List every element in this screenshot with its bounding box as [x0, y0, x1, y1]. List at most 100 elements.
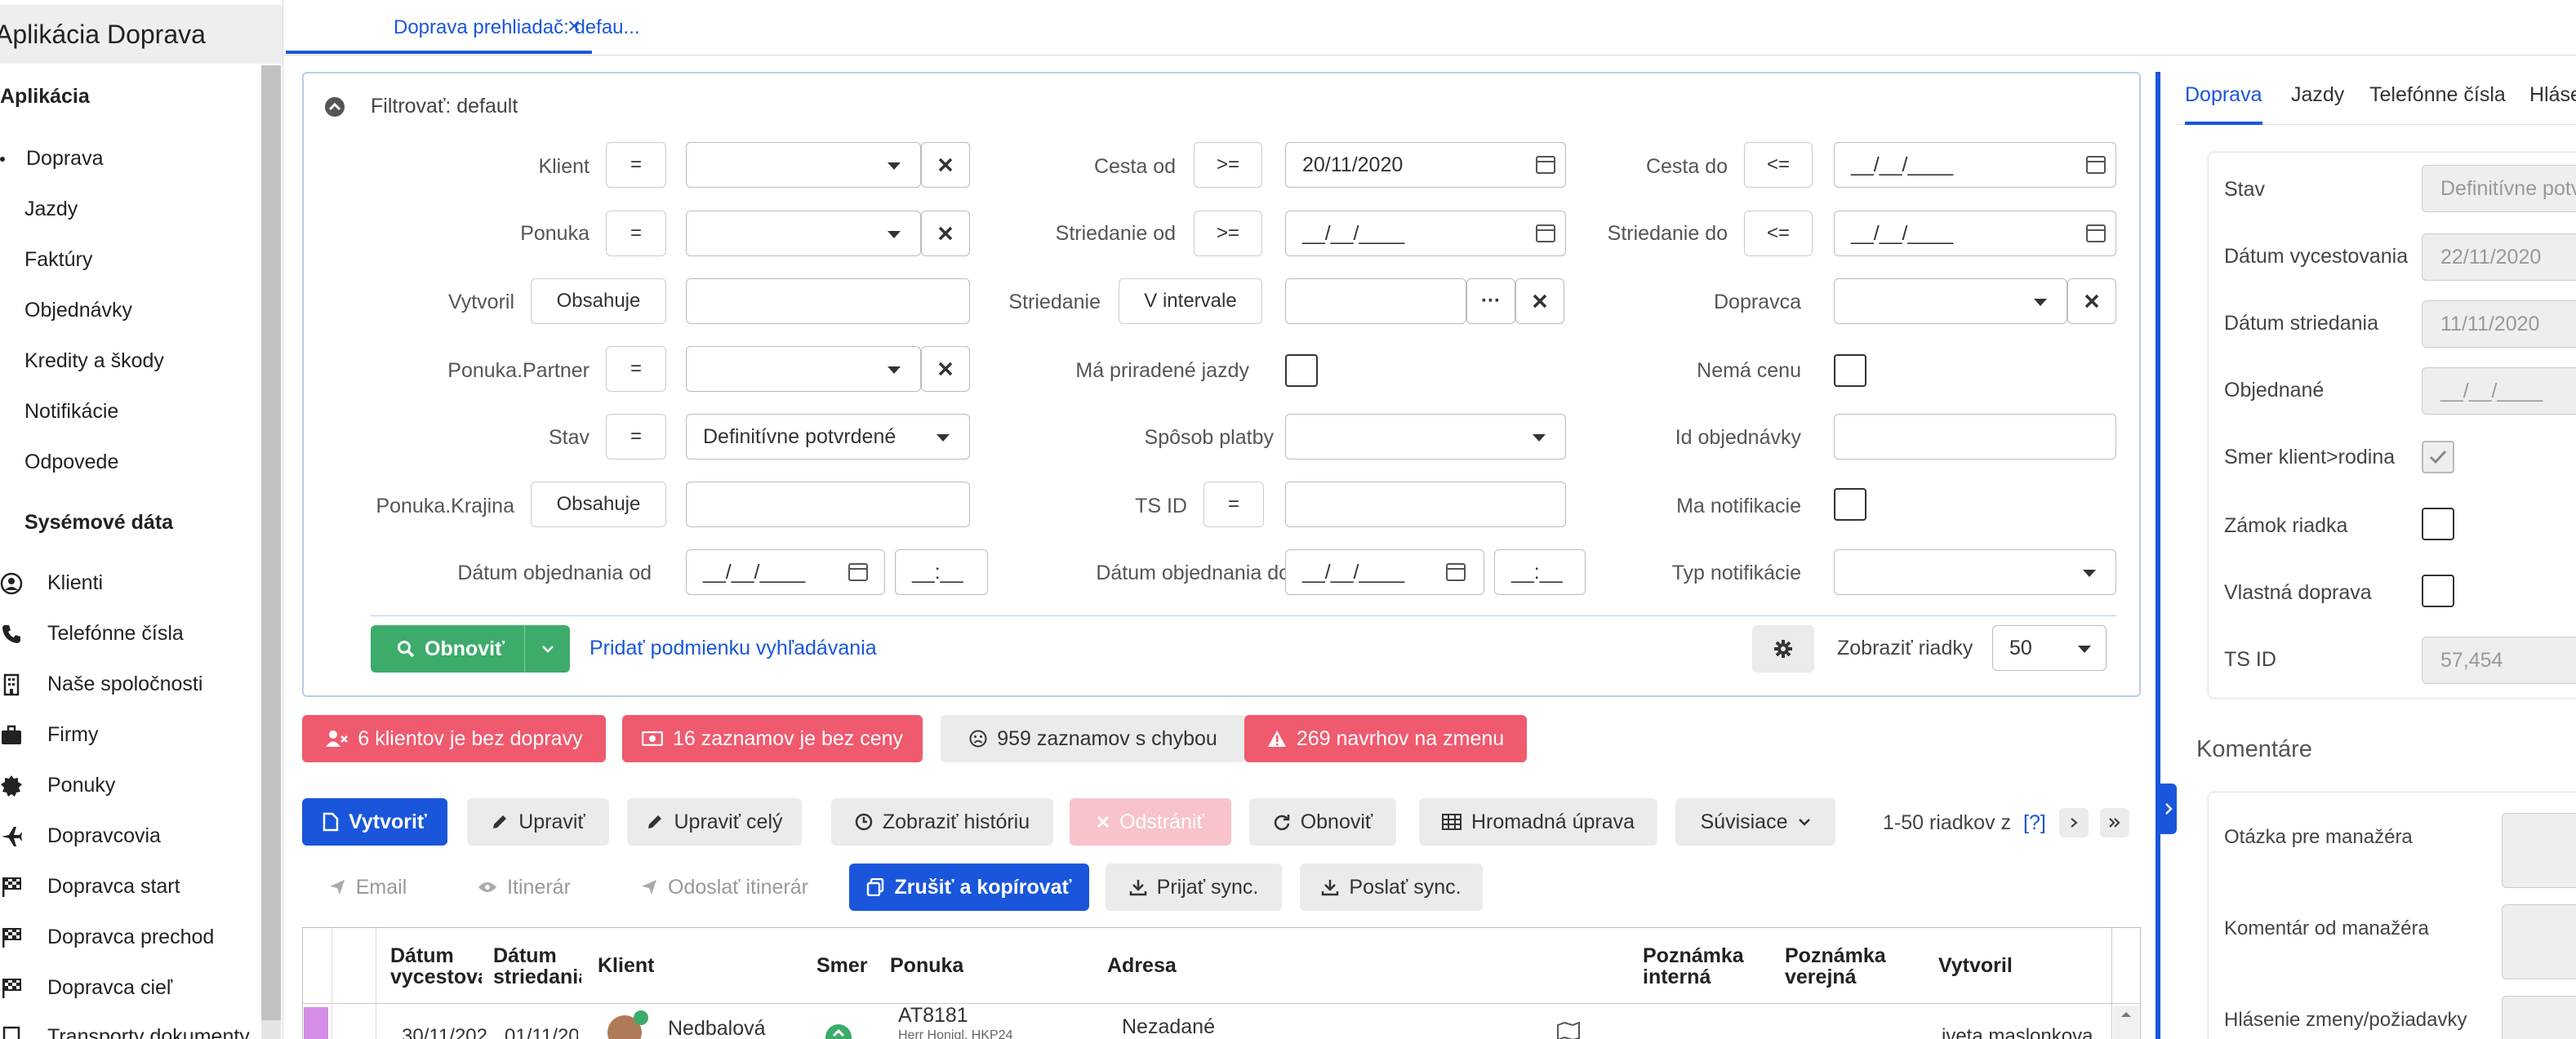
sidebar-item-objednavky[interactable]: Objednávky	[24, 299, 132, 322]
col-klient[interactable]: Klient	[598, 955, 654, 976]
close-icon[interactable]: ×	[567, 13, 581, 39]
stav-select[interactable]: Definitívne potvrdené	[686, 414, 970, 460]
sidebar-item-kredity[interactable]: Kredity a škody	[24, 349, 164, 373]
operator-klient[interactable]: =	[606, 142, 666, 188]
operator-striedanie-do[interactable]: <=	[1744, 211, 1813, 256]
operator-cesta-od[interactable]: >=	[1194, 142, 1262, 188]
operator-ponuka-krajina[interactable]: Obsahuje	[531, 482, 666, 527]
operator-vytvoril[interactable]: Obsahuje	[531, 278, 666, 324]
ponuka-select[interactable]	[686, 211, 921, 256]
sidebar-item-ponuky[interactable]: Ponuky	[0, 774, 115, 797]
alert-clients-without-transport[interactable]: 6 klientov je bez dopravy	[302, 715, 606, 762]
alert-change-proposals[interactable]: 269 navrhov na zmenu	[1244, 715, 1527, 762]
sidebar-item-nase-spolocnosti[interactable]: Naše spoločnosti	[0, 673, 202, 696]
col-datum-vycestovania[interactable]: Dátum vycestovania	[390, 945, 482, 988]
edit-all-button[interactable]: Upraviť celý	[627, 798, 802, 846]
sidebar-item-firmy[interactable]: Firmy	[0, 723, 98, 747]
ts-id-input[interactable]	[1285, 482, 1566, 527]
operator-striedanie[interactable]: V intervale	[1119, 278, 1262, 324]
last-page-button[interactable]	[2100, 808, 2129, 837]
calendar-icon[interactable]	[1536, 224, 1555, 242]
ellipsis-button[interactable]: ···	[1466, 278, 1515, 324]
bulk-edit-button[interactable]: Hromadná úprava	[1419, 798, 1657, 846]
calendar-icon[interactable]	[2086, 156, 2106, 174]
striedanie-input[interactable]	[1285, 278, 1466, 324]
grid-scrollbar[interactable]	[2113, 1006, 2139, 1039]
ponuka-krajina-input[interactable]	[686, 482, 970, 527]
operator-stav[interactable]: =	[606, 414, 666, 460]
tab-hlasenia[interactable]: Hlásenia	[2529, 83, 2576, 107]
clear-dopravca-button[interactable]	[2067, 278, 2116, 324]
cas-obj-od-input[interactable]: __:__	[895, 549, 988, 595]
cell-klient[interactable]: Nedbalová	[668, 1017, 766, 1039]
ma-priradene-checkbox[interactable]	[1285, 354, 1318, 387]
ma-notifikacie-checkbox[interactable]	[1834, 488, 1866, 521]
receive-sync-button[interactable]: Prijať sync.	[1106, 864, 1282, 911]
dopravca-select[interactable]	[1834, 278, 2067, 324]
sidebar-item-transporty[interactable]: Transporty dokumenty	[0, 1025, 250, 1039]
cas-obj-do-input[interactable]: __:__	[1494, 549, 1586, 595]
alert-records-without-price[interactable]: 16 zaznamov je bez ceny	[622, 715, 923, 762]
create-button[interactable]: Vytvoriť	[302, 798, 447, 846]
datum-obj-od-input[interactable]: __/__/____	[686, 549, 885, 595]
tab-telefonne-cisla[interactable]: Telefónne čísla	[2369, 83, 2506, 107]
sidebar-item-dopravca-prechod[interactable]: Dopravca prechod	[0, 926, 214, 949]
sidebar-item-jazdy[interactable]: Jazdy	[24, 198, 78, 221]
operator-ts-id[interactable]: =	[1203, 482, 1264, 527]
panel-collapse-handle[interactable]	[2160, 784, 2177, 834]
clear-klient-button[interactable]	[921, 142, 970, 188]
operator-ponuka-partner[interactable]: =	[606, 346, 666, 392]
col-smer[interactable]: Smer	[816, 955, 868, 976]
refresh-options-button[interactable]	[524, 625, 570, 673]
show-rows-select[interactable]: 50	[1992, 625, 2107, 671]
operator-cesta-do[interactable]: <=	[1744, 142, 1813, 188]
related-dropdown[interactable]: Súvisiace	[1675, 798, 1835, 846]
klient-select[interactable]	[686, 142, 921, 188]
col-adresa[interactable]: Adresa	[1107, 955, 1177, 976]
settings-button[interactable]	[1752, 625, 1814, 673]
calendar-icon[interactable]	[1536, 156, 1555, 174]
komentar-textarea[interactable]	[2502, 904, 2576, 979]
zamok-riadka-checkbox[interactable]	[2422, 508, 2454, 540]
help-link[interactable]: [?]	[2023, 811, 2046, 835]
nema-cenu-checkbox[interactable]	[1834, 354, 1866, 387]
edit-button[interactable]: Upraviť	[467, 798, 609, 846]
cesta-od-input[interactable]: 20/11/2020	[1285, 142, 1566, 188]
calendar-icon[interactable]	[1446, 563, 1466, 581]
striedanie-do-input[interactable]: __/__/____	[1834, 211, 2116, 256]
col-vytvoril[interactable]: Vytvoril	[1938, 955, 2013, 976]
datum-obj-do-input[interactable]: __/__/____	[1285, 549, 1484, 595]
ponuka-partner-select[interactable]	[686, 346, 921, 392]
sidebar-item-telefonne[interactable]: Telefónne čísla	[0, 622, 184, 646]
sposob-platby-select[interactable]	[1285, 414, 1566, 460]
map-icon[interactable]	[1556, 1022, 1581, 1039]
sidebar-item-odpovede[interactable]: Odpovede	[24, 451, 118, 474]
calendar-icon[interactable]	[848, 563, 868, 581]
sidebar-item-dopravcovia[interactable]: Dopravcovia	[0, 824, 161, 848]
hlasenie-textarea[interactable]	[2502, 996, 2576, 1039]
col-ponuka[interactable]: Ponuka	[890, 955, 963, 976]
calendar-icon[interactable]	[2086, 224, 2106, 242]
operator-ponuka[interactable]: =	[606, 211, 666, 256]
otazka-textarea[interactable]	[2502, 813, 2576, 888]
tab-doprava[interactable]: Doprava	[2185, 83, 2262, 125]
clear-striedanie-button[interactable]	[1515, 278, 1564, 324]
next-page-button[interactable]	[2059, 808, 2089, 837]
sidebar-scrollbar-thumb[interactable]	[261, 65, 281, 1020]
vytvoril-input[interactable]	[686, 278, 970, 324]
tab-doprava-prehliadac[interactable]: Doprava prehliadač: defau... ×	[286, 5, 640, 54]
refresh-button[interactable]: Obnoviť	[1249, 798, 1396, 846]
sidebar-item-faktury[interactable]: Faktúry	[24, 248, 92, 272]
operator-striedanie-od[interactable]: >=	[1194, 211, 1262, 256]
typ-notifikacie-select[interactable]	[1834, 549, 2116, 595]
add-condition-link[interactable]: Pridať podmienku vyhľadávania	[589, 637, 877, 660]
cesta-do-input[interactable]: __/__/____	[1834, 142, 2116, 188]
vlastna-doprava-checkbox[interactable]	[2422, 575, 2454, 607]
cancel-copy-button[interactable]: Zrušiť a kopírovať	[849, 864, 1089, 911]
sidebar-item-dopravca-ciel[interactable]: Dopravca cieľ	[0, 976, 172, 1000]
sidebar-item-notifikacie[interactable]: Notifikácie	[24, 400, 118, 424]
cell-ponuka[interactable]: AT8181	[898, 1004, 968, 1028]
col-datum-striedania[interactable]: Dátum striedania	[493, 945, 581, 988]
cell-datum-vycestovania[interactable]: 30/11/2020	[402, 1025, 487, 1039]
col-poznamka-interna[interactable]: Poznámka interná	[1643, 945, 1757, 988]
